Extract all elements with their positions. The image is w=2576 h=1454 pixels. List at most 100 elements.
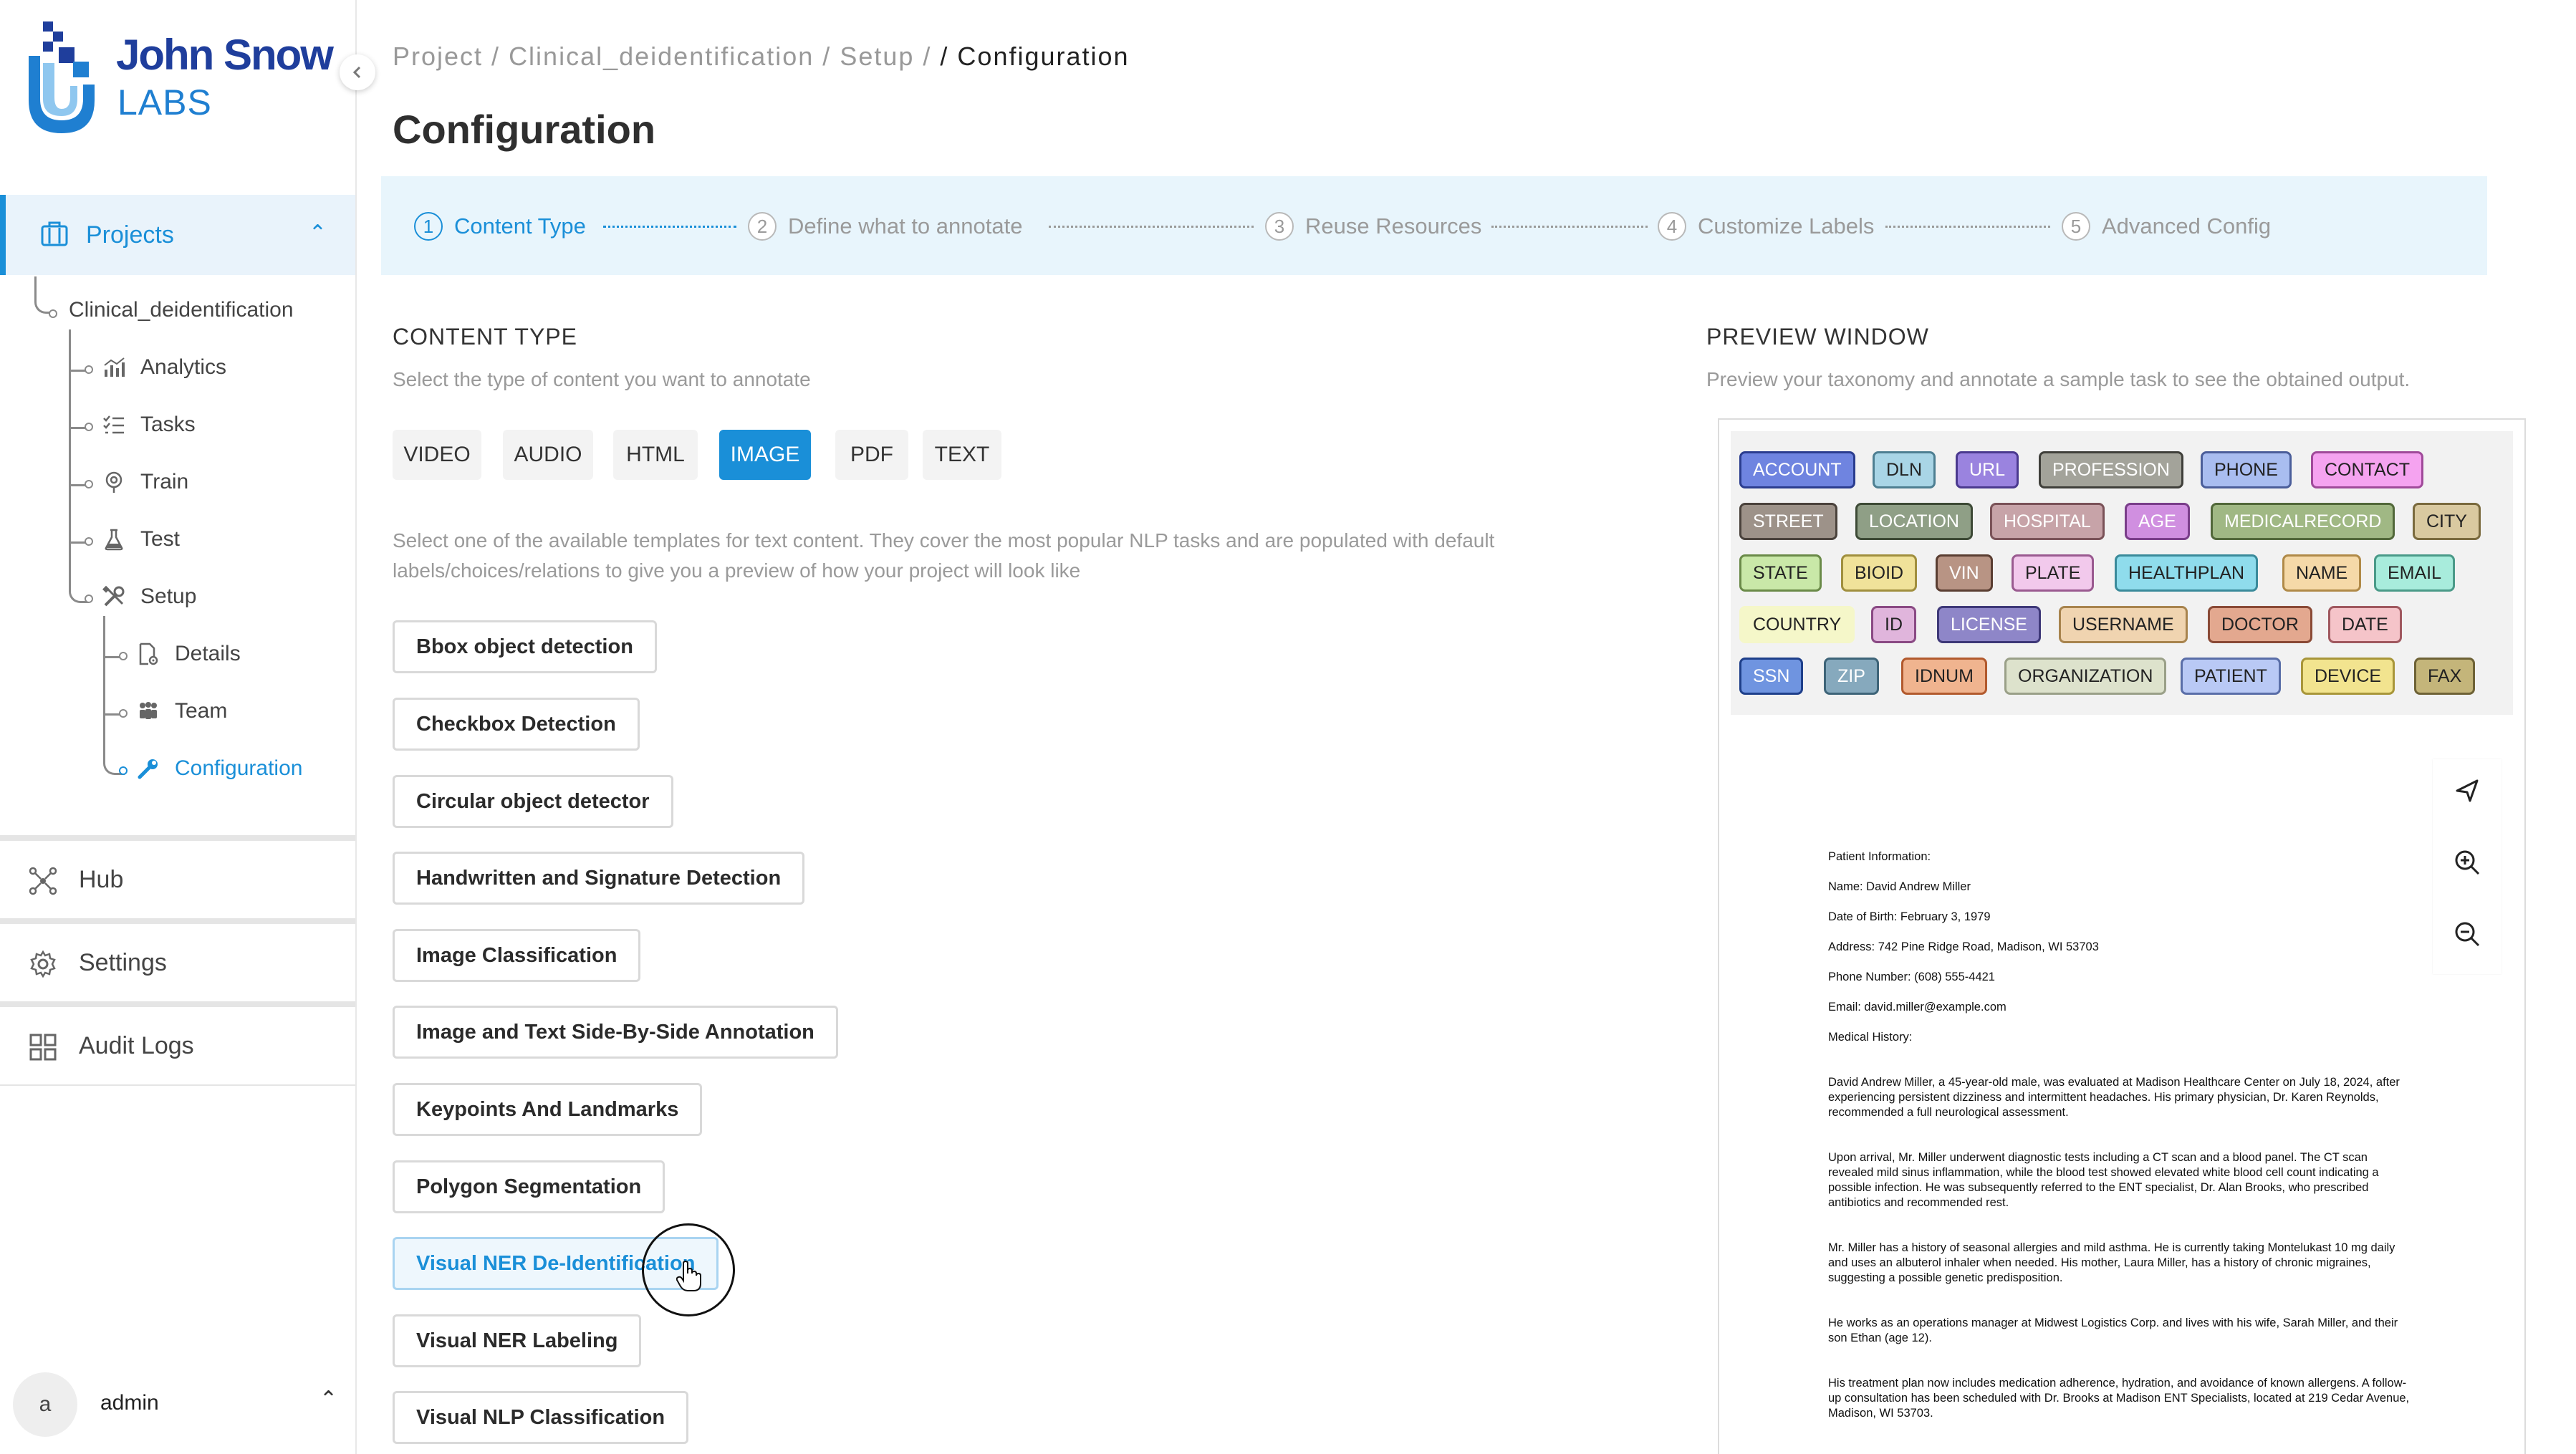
tree-node <box>49 309 57 318</box>
collapse-sidebar-button[interactable] <box>340 54 375 90</box>
document-line: Medical History: <box>1828 1031 1913 1044</box>
step-label: Customize Labels <box>1698 213 1875 239</box>
step-content-type[interactable]: 1 Content Type <box>414 212 586 241</box>
label-chip[interactable]: ORGANIZATION <box>2004 658 2167 695</box>
content-type-video[interactable]: VIDEO <box>393 430 481 480</box>
sidebar-divider <box>0 1084 355 1086</box>
tree-node <box>119 709 128 718</box>
label-chip[interactable]: HEALTHPLAN <box>2115 554 2259 592</box>
tasks-icon <box>102 413 126 437</box>
zoom-in-icon[interactable] <box>2453 848 2481 877</box>
step-number: 3 <box>1265 212 1294 241</box>
label-chip[interactable]: CONTACT <box>2311 451 2423 488</box>
label-chip[interactable]: URL <box>1956 451 2019 488</box>
label-chip[interactable]: DOCTOR <box>2208 606 2312 643</box>
label-chip[interactable]: DLN <box>1873 451 1936 488</box>
content-type-image[interactable]: IMAGE <box>719 430 811 480</box>
template-circular-object-detector[interactable]: Circular object detector <box>393 775 673 828</box>
template-image-text-side-by-side[interactable]: Image and Text Side-By-Side Annotation <box>393 1006 838 1059</box>
label-chip[interactable]: IDNUM <box>1901 658 1987 695</box>
content-type-heading: CONTENT TYPE <box>393 324 577 350</box>
template-image-classification[interactable]: Image Classification <box>393 929 641 982</box>
annotation-toolbar <box>2433 759 2501 974</box>
sidebar-item-setup[interactable]: Setup <box>102 584 196 609</box>
sidebar-item-test[interactable]: Test <box>102 527 180 552</box>
sidebar-item-train[interactable]: Train <box>102 470 188 494</box>
document-settings-icon <box>136 642 160 666</box>
label-chip[interactable]: ID <box>1871 606 1916 643</box>
label-chip[interactable]: AGE <box>2125 503 2190 540</box>
breadcrumb-item[interactable]: Setup / <box>840 42 931 71</box>
gear-icon <box>30 950 56 978</box>
company-logo[interactable]: John Snow LABS <box>26 20 334 135</box>
label-chip[interactable]: CITY <box>2413 503 2481 540</box>
user-menu[interactable]: a admin ⌃ <box>0 1361 355 1454</box>
document-line: Date of Birth: February 3, 1979 <box>1828 910 1991 923</box>
label-chip[interactable]: NAME <box>2282 554 2362 592</box>
label-chip[interactable]: ZIP <box>1824 658 1879 695</box>
label-chip[interactable]: LOCATION <box>1855 503 1973 540</box>
nav-audit-logs[interactable]: Audit Logs <box>0 1007 355 1084</box>
nav-projects[interactable]: Projects ⌃ <box>0 195 355 275</box>
label-chip[interactable]: PATIENT <box>2181 658 2281 695</box>
label-chip[interactable]: PLATE <box>2012 554 2095 592</box>
sidebar-item-label: Details <box>175 642 241 665</box>
template-visual-nlp-classification[interactable]: Visual NLP Classification <box>393 1391 689 1444</box>
preview-subtitle: Preview your taxonomy and annotate a sam… <box>1706 368 2411 390</box>
label-chip[interactable]: LICENSE <box>1937 606 2041 643</box>
chevron-up-icon[interactable]: ⌃ <box>309 221 327 246</box>
label-chip[interactable]: PHONE <box>2201 451 2292 488</box>
sidebar-item-configuration[interactable]: Configuration <box>136 756 302 781</box>
label-chip[interactable]: BIOID <box>1841 554 1918 592</box>
label-chip[interactable]: DATE <box>2328 606 2402 643</box>
label-chip[interactable]: ACCOUNT <box>1739 451 1855 488</box>
template-checkbox-detection[interactable]: Checkbox Detection <box>393 698 640 751</box>
template-bbox-object-detection[interactable]: Bbox object detection <box>393 620 657 673</box>
label-chip[interactable]: COUNTRY <box>1739 606 1855 643</box>
step-customize-labels[interactable]: 4 Customize Labels <box>1658 212 1874 241</box>
label-chip[interactable]: EMAIL <box>2374 554 2456 592</box>
label-chip[interactable]: STATE <box>1739 554 1822 592</box>
label-chip[interactable]: HOSPITAL <box>1990 503 2105 540</box>
sidebar-item-label: Analytics <box>140 355 227 379</box>
label-chip[interactable]: USERNAME <box>2059 606 2188 643</box>
template-keypoints-landmarks[interactable]: Keypoints And Landmarks <box>393 1083 703 1136</box>
breadcrumb-item[interactable]: Project / <box>393 42 500 71</box>
step-define-annotation[interactable]: 2 Define what to annotate <box>748 212 1022 241</box>
sidebar-item-analytics[interactable]: Analytics <box>102 355 226 380</box>
label-chip[interactable]: PROFESSION <box>2039 451 2183 488</box>
label-chip[interactable]: MEDICALRECORD <box>2211 503 2395 540</box>
zoom-out-icon[interactable] <box>2453 920 2481 948</box>
content-type-audio[interactable]: AUDIO <box>503 430 593 480</box>
step-number: 2 <box>748 212 777 241</box>
preview-document: Patient Information: Name: David Andrew … <box>1828 849 2416 1436</box>
label-chip[interactable]: FAX <box>2414 658 2476 695</box>
sidebar-item-tasks[interactable]: Tasks <box>102 413 196 437</box>
step-advanced-config[interactable]: 5 Advanced Config <box>2062 212 2271 241</box>
label-chip[interactable]: SSN <box>1739 658 1804 695</box>
label-chip[interactable]: DEVICE <box>2301 658 2395 695</box>
nav-settings[interactable]: Settings <box>0 924 355 1001</box>
sidebar-project-name[interactable]: Clinical_deidentification <box>69 298 294 322</box>
step-reuse-resources[interactable]: 3 Reuse Resources <box>1265 212 1481 241</box>
content-type-text[interactable]: TEXT <box>923 430 1001 480</box>
pointer-icon[interactable] <box>2453 776 2481 805</box>
label-chip[interactable]: STREET <box>1739 503 1837 540</box>
sidebar-item-details[interactable]: Details <box>136 642 241 666</box>
label-chip[interactable]: VIN <box>1936 554 1993 592</box>
template-handwritten-signature-detection[interactable]: Handwritten and Signature Detection <box>393 852 805 905</box>
document-line: Patient Information: <box>1828 850 1931 863</box>
step-number: 4 <box>1658 212 1686 241</box>
content-type-html[interactable]: HTML <box>613 430 698 480</box>
tree-node <box>85 365 93 374</box>
step-connector <box>1491 226 1648 228</box>
template-polygon-segmentation[interactable]: Polygon Segmentation <box>393 1160 665 1213</box>
step-number: 5 <box>2062 212 2090 241</box>
template-visual-ner-labeling[interactable]: Visual NER Labeling <box>393 1314 642 1367</box>
content-type-pdf[interactable]: PDF <box>835 430 908 480</box>
tree-node <box>85 480 93 488</box>
sidebar-item-team[interactable]: Team <box>136 699 227 723</box>
nav-hub[interactable]: Hub <box>0 841 355 918</box>
breadcrumb-item[interactable]: Clinical_deidentification / <box>509 42 831 71</box>
sidebar: John Snow LABS Projects ⌃ Clinical_deide… <box>0 0 357 1454</box>
